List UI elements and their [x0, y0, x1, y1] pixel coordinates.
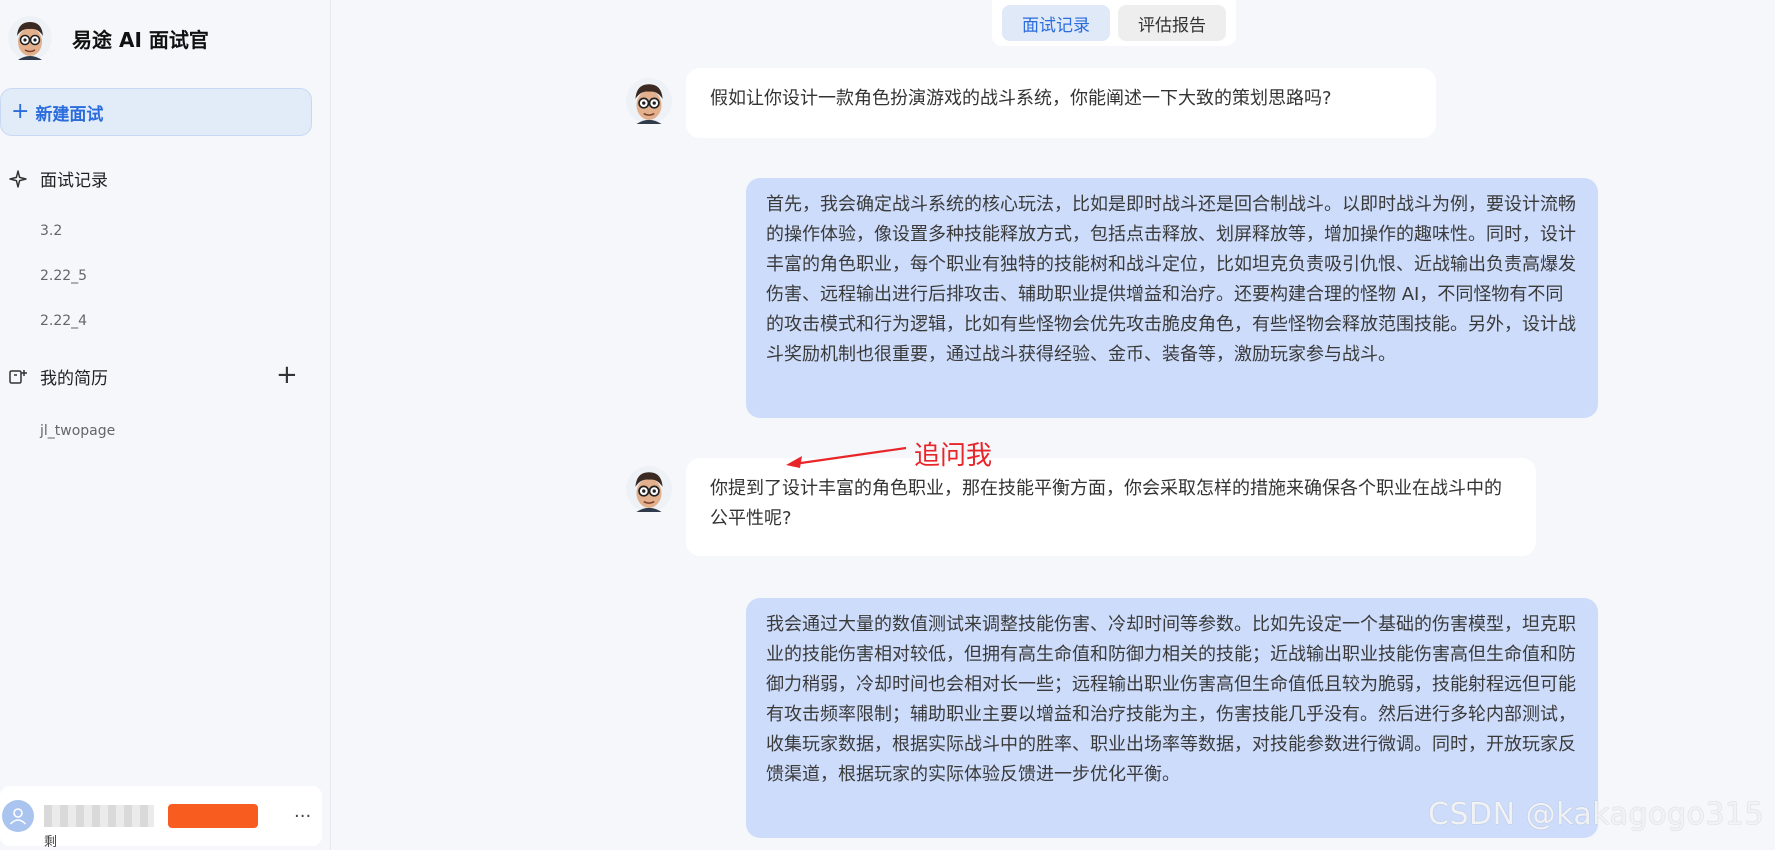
user-avatar-icon — [2, 800, 34, 832]
sidebar-item-records[interactable]: 面试记录 — [8, 166, 108, 191]
resume-item[interactable]: jl_twopage — [40, 423, 115, 439]
record-item[interactable]: 2.22_4 — [40, 313, 87, 329]
interviewer-avatar-icon — [8, 16, 52, 60]
record-item[interactable]: 2.22_5 — [40, 268, 87, 284]
tab-records[interactable]: 面试记录 — [1002, 5, 1110, 41]
sidebar-item-label: 我的简历 — [40, 369, 108, 389]
user-caption: 剩 — [44, 835, 58, 850]
plus-icon: + — [11, 99, 30, 124]
sparkle-icon — [8, 169, 28, 189]
candidate-message: 首先，我会确定战斗系统的核心玩法，比如是即时战斗还是回合制战斗。以即时战斗为例，… — [746, 178, 1598, 418]
user-card[interactable]: 剩 ··· — [0, 786, 322, 850]
annotation-label: 追问我 — [914, 441, 993, 471]
resume-icon — [8, 367, 28, 387]
interviewer-avatar-icon — [626, 78, 672, 124]
interviewer-message: 你提到了设计丰富的角色职业，那在技能平衡方面，你会采取怎样的措施来确保各个职业在… — [686, 458, 1536, 556]
tab-bar: 面试记录 评估报告 — [992, 0, 1236, 46]
brand: 易途 AI 面试官 — [8, 16, 209, 60]
add-resume-button[interactable]: + — [276, 362, 298, 388]
more-options-icon[interactable]: ··· — [294, 806, 311, 827]
user-badge — [168, 804, 258, 828]
app-title: 易途 AI 面试官 — [72, 27, 209, 52]
record-item[interactable]: 3.2 — [40, 223, 62, 239]
new-interview-label: 新建面试 — [35, 104, 104, 125]
sidebar-item-label: 面试记录 — [40, 171, 108, 191]
annotation-arrow-icon — [786, 446, 907, 468]
sidebar-item-resume[interactable]: 我的简历 — [8, 364, 108, 389]
new-interview-button[interactable]: + 新建面试 — [0, 88, 312, 136]
interviewer-message: 假如让你设计一款角色扮演游戏的战斗系统，你能阐述一下大致的策划思路吗? — [686, 68, 1436, 138]
interviewer-avatar-icon — [626, 466, 672, 512]
sidebar: 易途 AI 面试官 + 新建面试 面试记录 3.2 2.22_5 2.22_4 … — [0, 0, 331, 850]
watermark: CSDN @kakagogo315 — [1428, 797, 1765, 832]
tab-report[interactable]: 评估报告 — [1118, 5, 1226, 41]
user-name-blurred: 剩 — [44, 805, 154, 850]
